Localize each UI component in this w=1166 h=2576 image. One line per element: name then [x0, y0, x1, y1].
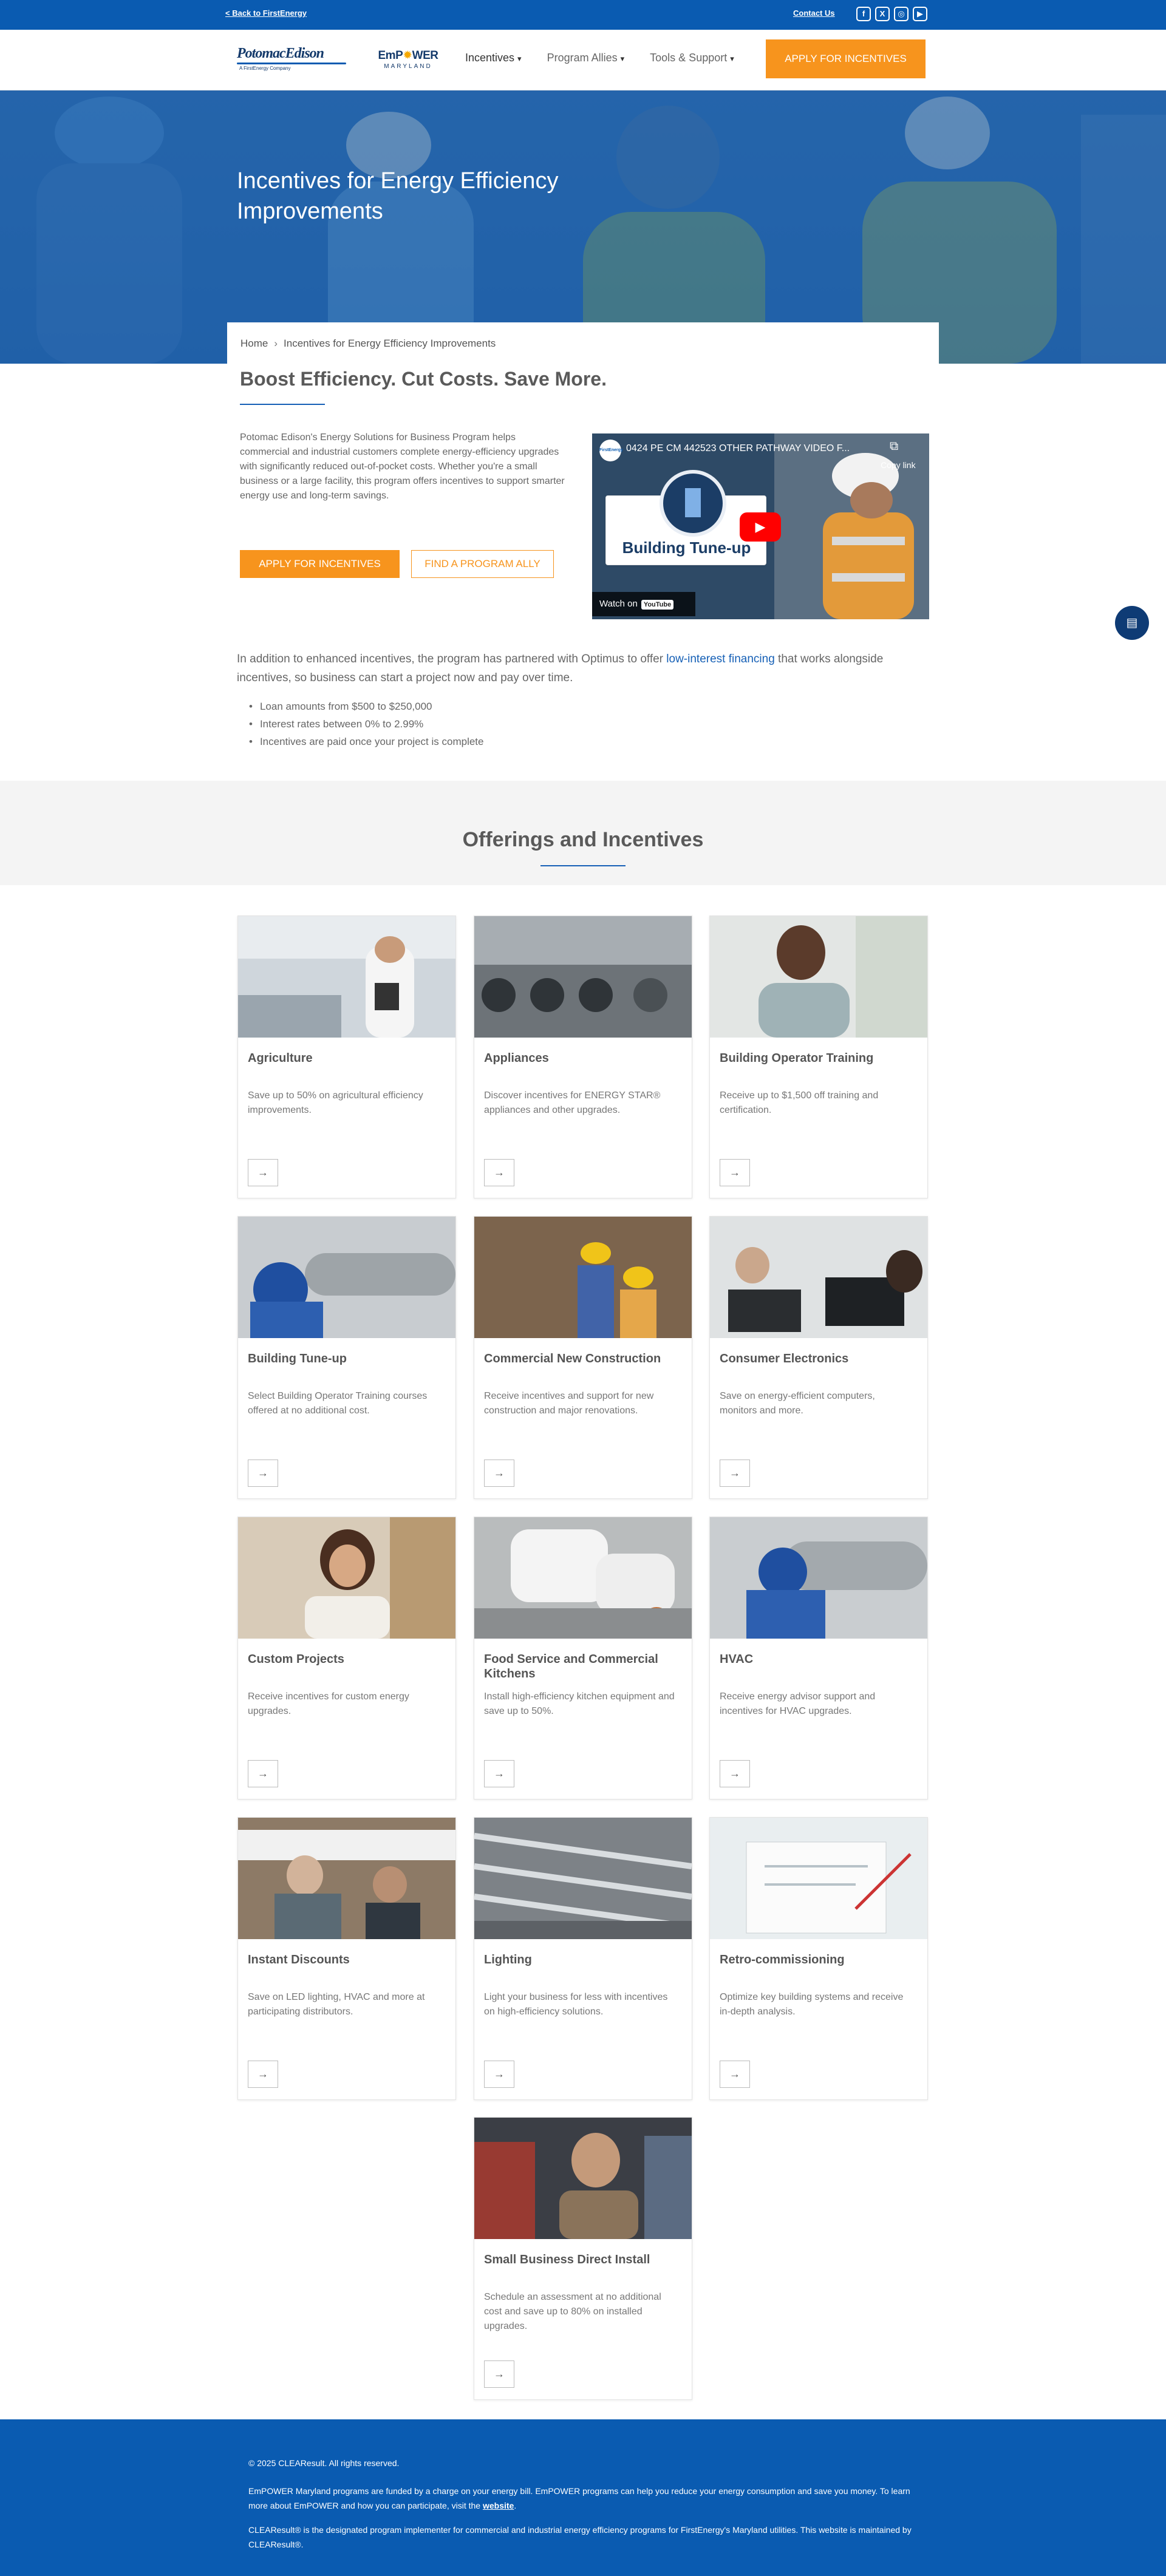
consumer-electronics-photo	[710, 1217, 927, 1338]
copy-link-label[interactable]: Copy link	[881, 460, 916, 470]
social-links: f X ◎ ▶	[856, 7, 927, 21]
youtube-video-embed[interactable]: FirstEnergy 0424 PE CM 442523 OTHER PATH…	[592, 433, 929, 619]
arrow-right-icon[interactable]: →	[248, 2061, 278, 2088]
chevron-down-icon: ▾	[517, 54, 522, 63]
financing-paragraph: In addition to enhanced incentives, the …	[237, 653, 884, 684]
agriculture-photo	[238, 916, 455, 1038]
arrow-right-icon[interactable]: →	[484, 2360, 514, 2388]
play-button-icon[interactable]: ▶	[740, 512, 781, 542]
arrow-right-icon[interactable]: →	[720, 1460, 750, 1487]
arrow-right-icon[interactable]: →	[720, 2061, 750, 2088]
offering-card-custom-projects[interactable]: Custom Projects Receive incentives for c…	[237, 1517, 456, 1799]
site-footer: © 2025 CLEAResult. All rights reserved. …	[0, 2419, 1166, 2576]
arrow-right-icon[interactable]: →	[720, 1760, 750, 1787]
website-link[interactable]: website	[483, 2501, 514, 2510]
offering-card-building-tune-up[interactable]: Building Tune-up Select Building Operato…	[237, 1216, 456, 1499]
apply-for-incentives-button[interactable]: APPLY FOR INCENTIVES	[240, 550, 400, 578]
offering-card-building-operator-training[interactable]: Building Operator Training Receive up to…	[709, 916, 928, 1198]
building-operator-training-photo	[710, 916, 927, 1038]
heading-underline	[240, 404, 325, 405]
custom-projects-photo	[238, 1517, 455, 1639]
watch-on-youtube-button[interactable]: Watch on YouTube	[592, 592, 695, 616]
offering-card-commercial-new-construction[interactable]: Commercial New Construction Receive ince…	[474, 1216, 692, 1499]
chevron-right-icon: ›	[274, 338, 278, 349]
instant-discounts-photo	[238, 1818, 455, 1939]
offering-card-hvac[interactable]: HVAC Receive energy advisor support and …	[709, 1517, 928, 1799]
nav-incentives[interactable]: Incentives ▾	[465, 52, 522, 64]
x-icon[interactable]: X	[875, 7, 890, 21]
find-program-ally-button[interactable]: FIND A PROGRAM ALLY	[411, 550, 554, 578]
list-item: Incentives are paid once your project is…	[249, 733, 484, 750]
arrow-right-icon[interactable]: →	[484, 1760, 514, 1787]
funding-text: EmPOWER Maryland programs are funded by …	[248, 2486, 910, 2510]
intro-heading: Boost Efficiency. Cut Costs. Save More.	[240, 368, 607, 390]
offering-card-agriculture[interactable]: Agriculture Save up to 50% on agricultur…	[237, 916, 456, 1198]
retro-commissioning-photo	[710, 1818, 927, 1939]
food-service-photo	[474, 1517, 692, 1639]
appliances-photo	[474, 916, 692, 1038]
lighting-photo	[474, 1818, 692, 1939]
breadcrumb: Home › Incentives for Energy Efficiency Im…	[227, 322, 939, 364]
arrow-right-icon[interactable]: →	[248, 1460, 278, 1487]
empower-maryland-logo[interactable]: EmP✹WER MARYLAND	[378, 49, 438, 73]
offerings-header-band: Offerings and Incentives	[0, 781, 1166, 885]
youtube-icon: YouTube	[641, 600, 674, 610]
facebook-icon[interactable]: f	[856, 7, 871, 21]
implementer-text: CLEAResult® is the designated program im…	[248, 2525, 912, 2549]
potomac-edison-logo[interactable]: PotomacEdison A FirstEnergy Company	[237, 46, 346, 72]
breadcrumb-current: Incentives for Energy Efficiency Improve…	[284, 338, 496, 349]
offering-card-small-business-direct-install[interactable]: Small Business Direct Install Schedule a…	[474, 2117, 692, 2400]
nav-tools-support[interactable]: Tools & Support ▾	[650, 52, 734, 64]
breadcrumb-home[interactable]: Home	[240, 338, 268, 349]
building-tune-up-photo	[238, 1217, 455, 1338]
offering-card-lighting[interactable]: Lighting Light your business for less wi…	[474, 1817, 692, 2100]
channel-avatar[interactable]: FirstEnergy	[599, 440, 623, 461]
sun-icon: ✹	[403, 49, 412, 62]
offering-card-food-service[interactable]: Food Service and Commercial Kitchens Ins…	[474, 1517, 692, 1799]
youtube-icon[interactable]: ▶	[913, 7, 927, 21]
logo-swoosh	[237, 63, 346, 64]
offering-card-retro-commissioning[interactable]: Retro-commissioning Optimize key buildin…	[709, 1817, 928, 2100]
offering-card-appliances[interactable]: Appliances Discover incentives for ENERG…	[474, 916, 692, 1198]
back-to-firstenergy-link[interactable]: < Back to FirstEnergy	[225, 8, 307, 18]
contact-us-link[interactable]: Contact Us	[793, 8, 835, 18]
low-interest-financing-link[interactable]: low-interest financing	[666, 653, 774, 665]
video-title[interactable]: 0424 PE CM 442523 OTHER PATHWAY VIDEO F.…	[626, 443, 881, 454]
chevron-down-icon: ▾	[730, 54, 734, 63]
heading-underline	[540, 865, 626, 866]
list-item: Loan amounts from $500 to $250,000	[249, 698, 483, 715]
offerings-heading: Offerings and Incentives	[462, 828, 704, 851]
financing-bullets: Loan amounts from $500 to $250,000 Inter…	[249, 698, 484, 750]
intro-paragraph: Potomac Edison's Energy Solutions for Bu…	[240, 432, 565, 501]
copy-link-icon[interactable]: ⧉	[890, 440, 898, 454]
arrow-right-icon[interactable]: →	[484, 1460, 514, 1487]
arrow-right-icon[interactable]: →	[484, 1159, 514, 1186]
copyright-text: © 2025 CLEAResult. All rights reserved.	[248, 2458, 400, 2468]
chevron-down-icon: ▾	[620, 54, 625, 63]
building-icon	[660, 470, 726, 537]
offering-card-consumer-electronics[interactable]: Consumer Electronics Save on energy-effi…	[709, 1216, 928, 1499]
commercial-new-construction-photo	[474, 1217, 692, 1338]
chat-icon[interactable]: ▤	[1115, 606, 1149, 640]
small-business-direct-install-photo	[474, 2118, 692, 2239]
hvac-photo	[710, 1517, 927, 1639]
hero-title: Incentives for Energy Efficiency Improve…	[237, 168, 559, 224]
instagram-icon[interactable]: ◎	[894, 7, 909, 21]
header-apply-button[interactable]: APPLY FOR INCENTIVES	[766, 39, 926, 78]
list-item: Interest rates between 0% to 2.99%	[249, 715, 483, 733]
site-header: PotomacEdison A FirstEnergy Company EmP✹…	[0, 30, 1166, 90]
arrow-right-icon[interactable]: →	[248, 1159, 278, 1186]
main-nav: Incentives ▾ Program Allies ▾ Tools & Supp…	[465, 52, 760, 64]
arrow-right-icon[interactable]: →	[248, 1760, 278, 1787]
offering-card-instant-discounts[interactable]: Instant Discounts Save on LED lighting, …	[237, 1817, 456, 2100]
arrow-right-icon[interactable]: →	[484, 2061, 514, 2088]
nav-program-allies[interactable]: Program Allies ▾	[547, 52, 625, 64]
arrow-right-icon[interactable]: →	[720, 1159, 750, 1186]
utility-bar: < Back to FirstEnergy Contact Us f X ◎ ▶	[0, 0, 1166, 30]
